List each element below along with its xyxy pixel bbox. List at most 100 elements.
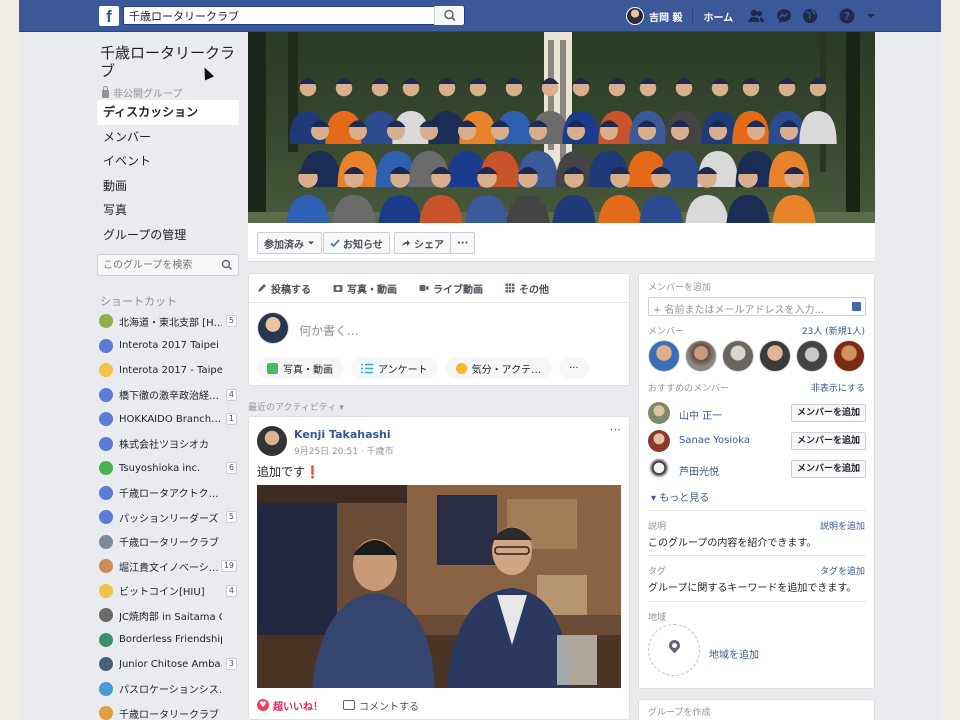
group-search-input[interactable] (103, 258, 215, 272)
joined-button[interactable]: 参加済み (257, 232, 322, 254)
divider (648, 555, 866, 556)
member-avatar[interactable] (759, 340, 791, 372)
location-button[interactable] (648, 624, 700, 676)
feeling-pill[interactable]: 気分・アクテ… (445, 357, 552, 379)
post-author[interactable]: Kenji Takahashi (294, 428, 391, 441)
member-avatar[interactable] (648, 430, 670, 452)
members-count[interactable]: 23人 (新規1人) (802, 324, 865, 337)
tab-live-video[interactable]: ライブ動画 (419, 281, 483, 296)
address-book-icon[interactable] (852, 302, 861, 311)
shortcut-item[interactable]: 橋下徹の激辛政治経… 4 (97, 383, 239, 408)
add-description-link[interactable]: 説明を追加 (820, 519, 865, 532)
global-search[interactable] (123, 6, 465, 25)
search-icon[interactable] (221, 259, 233, 271)
member-avatar[interactable] (796, 340, 828, 372)
post-options-button[interactable]: ··· (610, 423, 621, 437)
shortcut-label: パスロケーションシス… (119, 685, 222, 697)
post-photo[interactable] (257, 485, 621, 688)
feeling-pill-label: 気分・アクテ… (471, 364, 542, 376)
user-area[interactable]: 吉岡 毅 ホーム (626, 6, 733, 26)
shortcut-label: 千歳ロータリークラブ (119, 538, 219, 550)
group-icon (99, 338, 113, 353)
shortcut-item[interactable]: 堀江貴文イノベーシ… 19 (97, 554, 239, 579)
nav-members[interactable]: メンバー (97, 125, 239, 150)
add-member-button[interactable]: メンバーを追加 (790, 460, 866, 478)
member-avatar[interactable] (722, 340, 754, 372)
member-avatar[interactable] (648, 458, 670, 480)
svg-text:?: ? (844, 10, 850, 23)
shortcut-item[interactable]: JC焼肉部 in Saitama C… (97, 603, 239, 628)
member-name[interactable]: Sanae Yosioka (679, 435, 750, 446)
chevron-down-icon[interactable] (862, 7, 880, 25)
friend-requests-icon[interactable] (747, 7, 765, 25)
add-location-link[interactable]: 地域を追加 (709, 646, 759, 661)
poll-pill[interactable]: アンケート (351, 357, 438, 379)
unread-badge: 4 (225, 584, 237, 597)
shortcut-item[interactable]: ビットコイン[HIU] 4 (97, 579, 239, 604)
member-avatar[interactable] (833, 340, 865, 372)
photo-video-pill[interactable]: 写真・動画 (257, 357, 343, 379)
tab-post[interactable]: 投稿する (257, 281, 311, 296)
shortcut-item[interactable]: パスロケーションシス… (97, 677, 239, 702)
add-member-button[interactable]: メンバーを追加 (790, 432, 866, 450)
home-link[interactable]: ホーム (703, 9, 733, 24)
shortcut-item[interactable]: 北海道・東北支部 [H… 5 (97, 309, 239, 334)
recent-activity-label[interactable]: 最近のアクティビティ ▾ (248, 400, 344, 413)
tags-body: グループに関するキーワードを追加できます。 (648, 583, 857, 594)
nav-videos[interactable]: 動画 (97, 174, 239, 199)
user-name[interactable]: 吉岡 毅 (649, 9, 682, 24)
notifications-globe-icon[interactable] (801, 7, 819, 25)
tab-other[interactable]: その他 (505, 281, 549, 296)
nav-manage-group[interactable]: グループの管理 (97, 223, 239, 248)
create-group-title[interactable]: グループを作成 (648, 705, 710, 718)
shortcut-item[interactable]: 千歳ロータリークラブ (97, 701, 239, 720)
shortcuts-list: 北海道・東北支部 [H…5Interota 2017 Taipei - A…In… (97, 309, 239, 720)
nav-photos[interactable]: 写真 (97, 198, 239, 223)
create-group-box[interactable]: グループを作成 (638, 699, 875, 720)
user-avatar[interactable] (626, 7, 644, 25)
add-member-input[interactable]: + 名前またはメールアドレスを入力... (648, 297, 866, 316)
more-pill[interactable]: ··· (559, 357, 589, 379)
restaurant-photo-image (257, 485, 621, 688)
shortcut-item[interactable]: Junior Chitose Amba… 3 (97, 652, 239, 677)
comment-button[interactable]: コメントする (343, 698, 419, 713)
post-author-avatar[interactable] (257, 426, 287, 456)
shortcut-item[interactable]: Tsuyoshioka inc. 6 (97, 456, 239, 481)
love-reaction-button[interactable]: ♥ 超いいね！ (257, 698, 323, 713)
group-nav: ディスカッション メンバー イベント 動画 写真 グループの管理 (97, 100, 239, 247)
group-title[interactable]: 千歳ロータリークラブ (100, 44, 240, 80)
add-tags-link[interactable]: タグを追加 (820, 564, 865, 577)
shortcut-item[interactable]: 千歳ロータリークラブ (97, 530, 239, 555)
shortcut-item[interactable]: 千歳ロータアクトク… (97, 481, 239, 506)
shortcut-item[interactable]: パッションリーダーズ 5 (97, 505, 239, 530)
nav-events[interactable]: イベント (97, 149, 239, 174)
notifications-label: お知らせ (343, 239, 383, 251)
global-search-input[interactable] (129, 8, 429, 24)
composer-input[interactable]: 何か書く... (299, 322, 358, 339)
member-name[interactable]: 山中 正一 (679, 407, 722, 422)
tab-photo-video[interactable]: 写真・動画 (333, 281, 397, 296)
help-icon[interactable]: ? (838, 7, 856, 25)
messenger-icon[interactable] (775, 7, 793, 25)
shortcut-item[interactable]: 株式会社ツヨシオカ (97, 432, 239, 457)
see-more-link[interactable]: ▾ もっと見る (651, 489, 709, 504)
cover-photo[interactable] (248, 32, 875, 223)
group-search[interactable] (97, 254, 239, 276)
member-avatar[interactable] (648, 340, 680, 372)
member-avatar[interactable] (648, 402, 670, 424)
post-meta[interactable]: 9月25日 20:51 · 千歳市 (294, 444, 394, 457)
search-button[interactable] (434, 6, 464, 25)
shortcut-item[interactable]: Borderless Friendship (97, 628, 239, 653)
notifications-button[interactable]: お知らせ (323, 232, 390, 254)
facebook-logo-icon[interactable]: f (99, 6, 119, 26)
shortcut-item[interactable]: Interota 2017 - Taipei T… (97, 358, 239, 383)
nav-discussion[interactable]: ディスカッション (97, 100, 239, 125)
member-avatar[interactable] (685, 340, 717, 372)
share-button[interactable]: シェア (394, 232, 451, 254)
hide-suggestions-link[interactable]: 非表示にする (811, 381, 865, 394)
add-member-button[interactable]: メンバーを追加 (790, 404, 866, 422)
more-options-button[interactable]: ··· (450, 232, 476, 254)
shortcut-item[interactable]: Interota 2017 Taipei - A… (97, 334, 239, 359)
shortcut-item[interactable]: HOKKAIDO Branch… 1 (97, 407, 239, 432)
member-name[interactable]: 芦田光悦 (679, 463, 719, 478)
